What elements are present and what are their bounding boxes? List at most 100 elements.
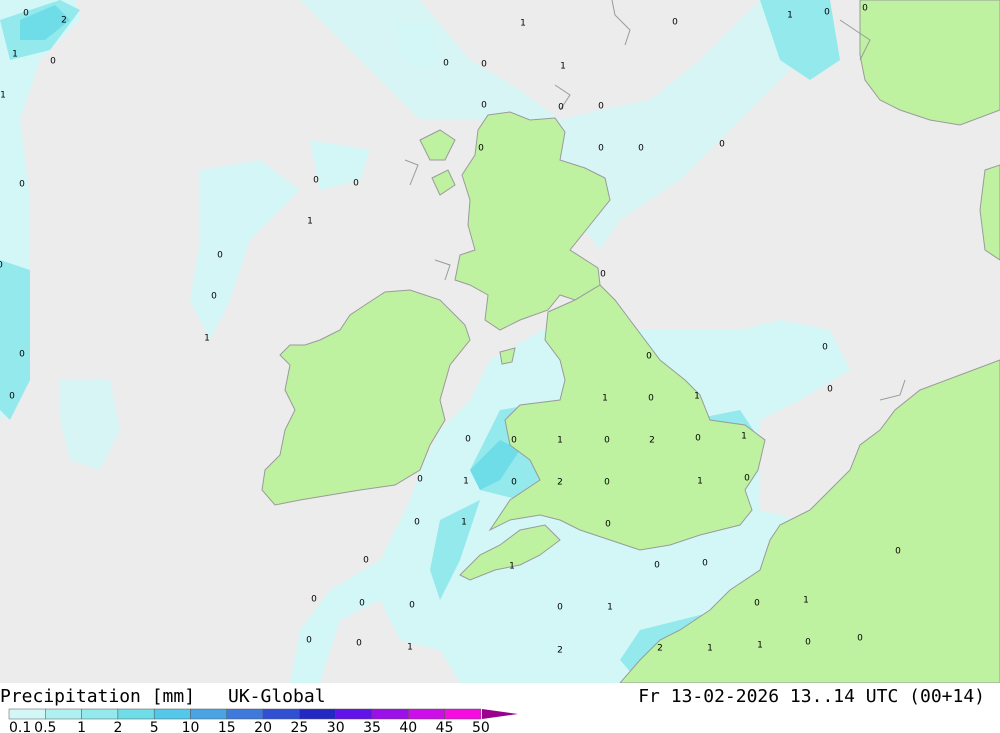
legend-label: 30 — [327, 720, 345, 733]
map-footer: Precipitation [mm] UK-Global Fr 13-02-20… — [0, 683, 1000, 733]
legend-swatch — [81, 708, 119, 720]
precip-value-label: 0 — [719, 140, 725, 150]
precip-value-label: 0 — [604, 436, 610, 446]
precip-value-label: 0 — [598, 144, 604, 154]
precip-value-label: 1 — [787, 11, 793, 21]
precip-value-label: 1 — [694, 392, 700, 402]
precip-value-label: 0 — [0, 261, 3, 271]
precip-value-label: 0 — [702, 559, 708, 569]
legend-swatch — [117, 708, 155, 720]
legend-label: 40 — [399, 720, 417, 733]
precip-value-label: 0 — [443, 59, 449, 69]
precip-value-label: 1 — [741, 432, 747, 442]
precip-value-label: 0 — [417, 475, 423, 485]
legend-swatch — [226, 708, 264, 720]
precip-value-label: 0 — [598, 102, 604, 112]
legend-color-scale — [8, 708, 482, 720]
precip-value-label: 1 — [602, 394, 608, 404]
precip-value-label: 0 — [605, 520, 611, 530]
legend-label: 35 — [363, 720, 381, 733]
legend-label: 0.1 — [9, 720, 31, 733]
precip-value-label: 0 — [558, 103, 564, 113]
precip-value-label: 0 — [805, 638, 811, 648]
precip-value-label: 0 — [672, 18, 678, 28]
legend-swatch — [299, 708, 336, 720]
precip-value-label: 2 — [61, 16, 67, 26]
legend-swatch — [408, 708, 445, 720]
legend-label: 25 — [290, 720, 308, 733]
precip-value-label: 0 — [353, 179, 359, 189]
legend-label: 10 — [182, 720, 200, 733]
precip-value-label: 0 — [50, 57, 56, 67]
precip-value-label: 2 — [657, 644, 663, 654]
precip-value-label: 0 — [744, 474, 750, 484]
precip-value-label: 0 — [311, 595, 317, 605]
precip-value-label: 0 — [827, 385, 833, 395]
precip-value-label: 0 — [481, 101, 487, 111]
precip-value-label: 1 — [697, 477, 703, 487]
precip-value-label: 1 — [509, 562, 515, 572]
precip-value-label: 0 — [478, 144, 484, 154]
precip-value-label: 1 — [607, 603, 613, 613]
precip-value-label: 0 — [822, 343, 828, 353]
legend-label: 20 — [254, 720, 272, 733]
precip-value-label: 0 — [648, 394, 654, 404]
legend-label: 2 — [113, 720, 122, 733]
precip-value-label: 1 — [307, 217, 313, 227]
precip-value-label: 1 — [560, 62, 566, 72]
precip-value-label: 0 — [306, 636, 312, 646]
precip-value-label: 1 — [463, 477, 469, 487]
precipitation-map: 0 2 1 0 1 0 0 0 1 0 1 0 0 0 0 1 1 0 0 1 0 0 0 0 0 0 0 0 0 0 0 0 1 0 1 0 0 0 0 1… — [0, 0, 1000, 683]
legend-swatch — [8, 708, 46, 720]
precip-value-label: 0 — [754, 599, 760, 609]
precip-value-label: 0 — [363, 556, 369, 566]
precip-value-label: 1 — [557, 436, 563, 446]
precip-value-label: 1 — [757, 641, 763, 651]
precip-value-label: 2 — [649, 436, 655, 446]
precip-value-label: 0 — [19, 350, 25, 360]
precip-value-label: 0 — [511, 436, 517, 446]
legend-swatch — [153, 708, 191, 720]
legend-swatch — [190, 708, 228, 720]
legend-label: 5 — [150, 720, 159, 733]
precip-value-label: 0 — [23, 9, 29, 19]
precip-value-label: 0 — [19, 180, 25, 190]
precip-value-label: 0 — [211, 292, 217, 302]
legend-swatch — [45, 708, 82, 720]
precip-value-label: 1 — [520, 19, 526, 29]
precip-value-label: 2 — [557, 478, 563, 488]
valid-time: Fr 13-02-2026 13..14 UTC (00+14) — [638, 686, 985, 707]
legend-swatch — [371, 708, 409, 720]
precip-value-label: 0 — [695, 434, 701, 444]
precip-value-label: 0 — [9, 392, 15, 402]
precip-value-label: 0 — [409, 601, 415, 611]
legend-swatch — [335, 708, 373, 720]
legend-label: 50 — [472, 720, 490, 733]
legend-swatch — [444, 708, 482, 720]
precip-value-label: 0 — [359, 599, 365, 609]
product-title: Precipitation [mm] — [0, 686, 195, 707]
precip-value-label: 1 — [12, 50, 18, 60]
legend-label: 0.5 — [34, 720, 56, 733]
precip-value-label: 0 — [824, 8, 830, 18]
precip-value-label: 0 — [895, 547, 901, 557]
legend-labels: 0.1 0.5 1 2 5 10 15 20 25 30 35 40 45 50 — [9, 720, 490, 733]
precip-value-label: 0 — [638, 144, 644, 154]
precip-value-label: 0 — [356, 639, 362, 649]
precip-value-label: 0 — [511, 478, 517, 488]
precip-value-label: 1 — [707, 644, 713, 654]
precip-value-label: 2 — [557, 646, 563, 656]
precip-value-label: 1 — [204, 334, 210, 344]
precip-value-label: 1 — [803, 596, 809, 606]
legend-label: 1 — [77, 720, 86, 733]
legend-swatch — [262, 708, 300, 720]
precip-value-label: 0 — [654, 561, 660, 571]
precip-value-label: 1 — [407, 643, 413, 653]
legend-label: 45 — [436, 720, 454, 733]
precip-value-label: 0 — [465, 435, 471, 445]
precip-value-label: 0 — [862, 4, 868, 14]
precip-value-label: 0 — [646, 352, 652, 362]
precip-value-label: 0 — [600, 270, 606, 280]
precip-value-label: 0 — [313, 176, 319, 186]
precip-value-label: 0 — [414, 518, 420, 528]
